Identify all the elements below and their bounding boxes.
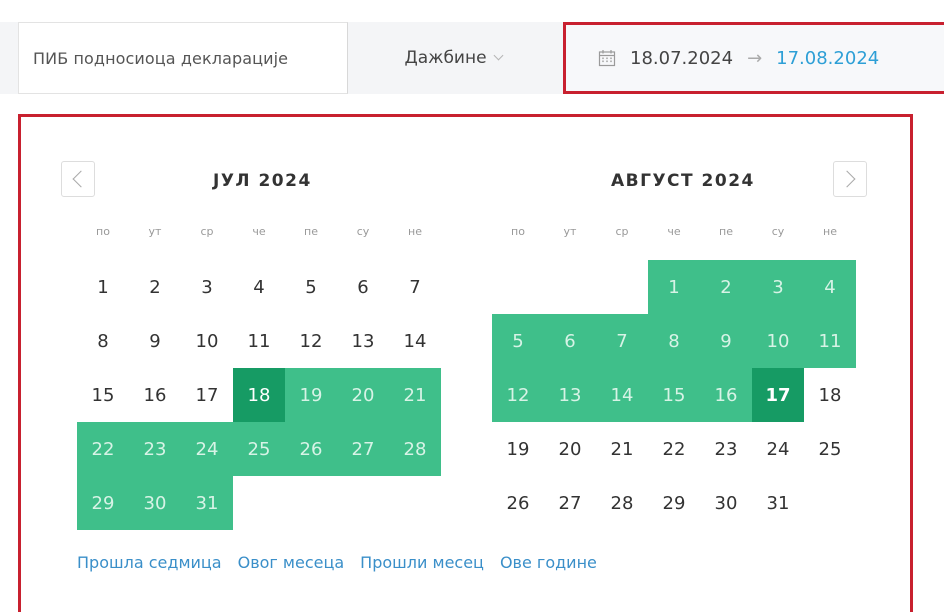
calendar-day[interactable]: 19 [285,368,337,422]
calendar-day[interactable]: 27 [337,422,389,476]
calendar-day[interactable]: 1 [648,260,700,314]
weekday-label: су [356,225,370,238]
calendar-day[interactable]: 27 [544,476,596,530]
taxes-label: Дажбине [404,48,487,68]
calendar-day[interactable]: 1 [77,260,129,314]
calendar-day[interactable]: 7 [596,314,648,368]
calendar-day[interactable]: 8 [648,314,700,368]
calendar-day[interactable]: 29 [648,476,700,530]
calendar-day[interactable]: 18 [233,368,285,422]
calendar-day[interactable]: 15 [648,368,700,422]
calendar-day[interactable]: 26 [285,422,337,476]
calendar-day[interactable]: 28 [596,476,648,530]
calendar-icon [598,49,616,67]
weekday-label: пе [719,225,733,238]
calendar-day[interactable]: 9 [129,314,181,368]
pib-placeholder: ПИБ подносиоца декларације [33,48,289,68]
calendar-day[interactable]: 18 [804,368,856,422]
calendar-day[interactable]: 17 [181,368,233,422]
calendar-day[interactable]: 12 [285,314,337,368]
calendar-day[interactable]: 19 [492,422,544,476]
chevron-right-icon [838,170,856,188]
calendar-day[interactable]: 14 [389,314,441,368]
calendar-day[interactable]: 28 [389,422,441,476]
calendar-day[interactable]: 15 [77,368,129,422]
weekday-label: ср [200,225,214,238]
calendar-day[interactable]: 11 [233,314,285,368]
calendar-day[interactable]: 25 [804,422,856,476]
calendar-day[interactable]: 8 [77,314,129,368]
calendar-day[interactable]: 30 [129,476,181,530]
date-range-end: 17.08.2024 [776,47,880,69]
calendar-day[interactable]: 6 [544,314,596,368]
calendar-day[interactable]: 20 [337,368,389,422]
calendar-day[interactable]: 24 [752,422,804,476]
weekday-label: че [252,225,266,238]
taxes-dropdown[interactable]: Дажбине [348,22,558,94]
calendar-day[interactable]: 9 [700,314,752,368]
weekday-label: ут [563,225,577,238]
prev-month-button[interactable] [61,161,95,197]
calendar-day[interactable]: 13 [337,314,389,368]
calendar-day[interactable]: 2 [700,260,752,314]
calendar-day[interactable]: 25 [233,422,285,476]
calendar-day[interactable]: 4 [804,260,856,314]
calendar-day[interactable]: 4 [233,260,285,314]
weekday-label: по [511,225,525,238]
weekday-label: ут [148,225,162,238]
calendar-day[interactable]: 31 [752,476,804,530]
calendar-day[interactable]: 20 [544,422,596,476]
chevron-down-icon [493,50,504,61]
calendar-day[interactable]: 21 [596,422,648,476]
preset-links: Прошла седмица Овог месеца Прошли месец … [77,553,597,572]
month-title-left: ЈУЛ 2024 [213,171,312,191]
calendar-day[interactable]: 3 [752,260,804,314]
calendar-day[interactable]: 14 [596,368,648,422]
calendar-day[interactable]: 3 [181,260,233,314]
weekday-label: пе [304,225,318,238]
pib-input[interactable]: ПИБ подносиоца декларације [18,22,348,94]
calendar-day[interactable]: 22 [648,422,700,476]
preset-last-week[interactable]: Прошла седмица [77,553,222,572]
calendar-day[interactable]: 16 [700,368,752,422]
date-range-picker[interactable]: 18.07.2024 → 17.08.2024 [563,22,944,94]
calendar-day[interactable]: 21 [389,368,441,422]
calendar-day[interactable]: 23 [700,422,752,476]
weekday-label: че [667,225,681,238]
weekday-label: ср [615,225,629,238]
calendar-day[interactable]: 30 [700,476,752,530]
preset-this-month[interactable]: Овог месеца [238,553,345,572]
weekday-label: не [408,225,422,238]
next-month-button[interactable] [833,161,867,197]
calendar-day[interactable]: 5 [285,260,337,314]
calendar-day[interactable]: 23 [129,422,181,476]
filter-bar: ПИБ подносиоца декларације Дажбине 18.07… [0,0,944,100]
month-title-right: АВГУСТ 2024 [611,171,755,191]
calendar-day[interactable]: 26 [492,476,544,530]
weekday-label: не [823,225,837,238]
weekday-label: су [771,225,785,238]
calendar-day[interactable]: 10 [181,314,233,368]
calendar-day[interactable]: 11 [804,314,856,368]
calendar-day[interactable]: 13 [544,368,596,422]
arrow-right-icon: → [747,47,763,69]
preset-this-year[interactable]: Ове године [500,553,597,572]
preset-last-month[interactable]: Прошли месец [360,553,484,572]
date-range-calendar-panel: ЈУЛ 2024 АВГУСТ 2024 по ут ср че пе су не 1 2 3 4 5… [18,114,913,612]
calendar-day[interactable]: 31 [181,476,233,530]
calendar-day[interactable]: 29 [77,476,129,530]
date-range-start: 18.07.2024 [630,47,734,69]
calendar-day[interactable]: 2 [129,260,181,314]
calendar-day[interactable]: 7 [389,260,441,314]
calendar-day[interactable]: 6 [337,260,389,314]
calendar-day[interactable]: 24 [181,422,233,476]
weekday-label: по [96,225,110,238]
calendar-day[interactable]: 17 [752,368,804,422]
calendar-day[interactable]: 12 [492,368,544,422]
calendar-day[interactable]: 16 [129,368,181,422]
chevron-left-icon [72,170,90,188]
calendar-day[interactable]: 22 [77,422,129,476]
calendar-day[interactable]: 10 [752,314,804,368]
calendar-day[interactable]: 5 [492,314,544,368]
